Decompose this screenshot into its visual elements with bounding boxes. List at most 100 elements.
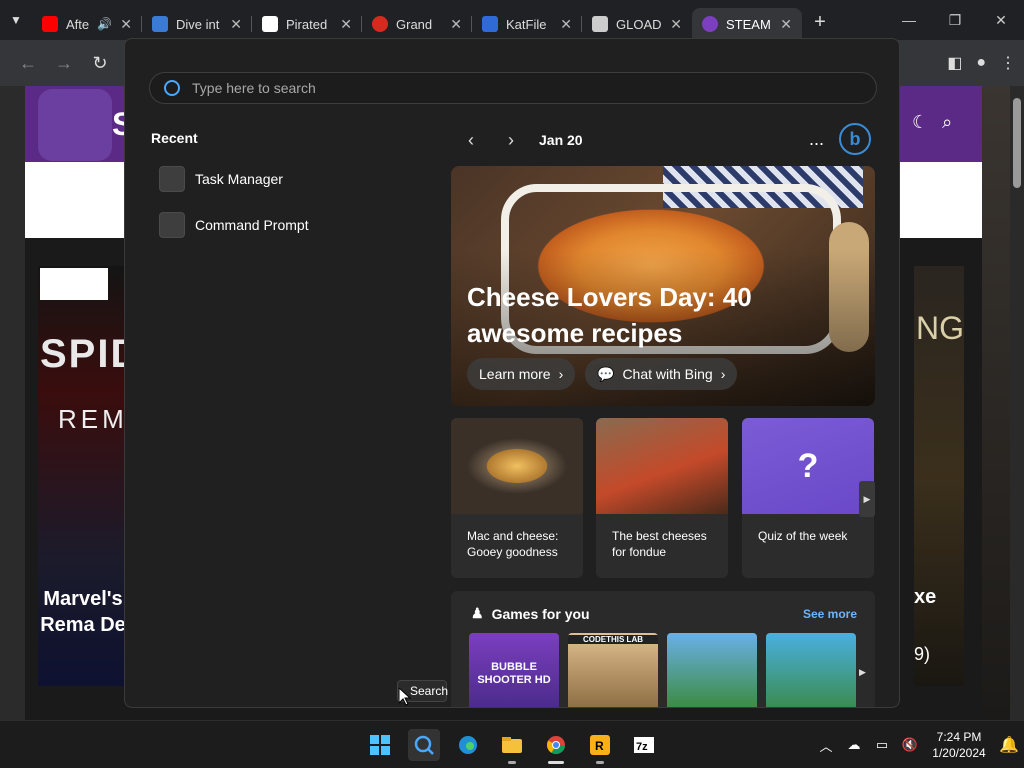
toolbar-actions: ◧ ● ⋮ bbox=[947, 40, 1016, 86]
hero-card[interactable]: Cheese Lovers Day: 40 awesome recipes Le… bbox=[451, 166, 875, 406]
minimize-icon[interactable]: — bbox=[886, 0, 932, 40]
side-panel-icon[interactable]: ◧ bbox=[947, 53, 962, 73]
windows-start-icon[interactable] bbox=[364, 729, 396, 761]
mouse-cursor-icon bbox=[398, 686, 412, 711]
game-poster-right[interactable]: NG xe 9) bbox=[914, 266, 964, 686]
clock-date: 1/20/2024 bbox=[932, 746, 986, 760]
chevron-right-icon[interactable]: › bbox=[491, 130, 531, 151]
game-tile[interactable] bbox=[667, 633, 757, 707]
close-tab-icon[interactable]: ✕ bbox=[450, 16, 462, 33]
file-explorer-icon[interactable] bbox=[496, 729, 528, 761]
close-tab-icon[interactable]: ✕ bbox=[340, 16, 352, 33]
onedrive-icon[interactable]: ☁ bbox=[840, 737, 868, 753]
tab-title: Afte bbox=[66, 16, 90, 32]
tab-title: GLOAD bbox=[616, 16, 662, 32]
page-right-background bbox=[982, 86, 1010, 720]
rockstar-launcher-icon[interactable]: R bbox=[584, 729, 616, 761]
reload-icon[interactable]: ↻ bbox=[82, 53, 118, 74]
tab-title: Grand bbox=[396, 16, 433, 32]
speaker-icon[interactable]: 🔊 bbox=[97, 17, 112, 31]
notification-bell-icon[interactable]: 🔔 bbox=[994, 735, 1024, 755]
katfile-icon bbox=[482, 16, 498, 32]
dvd-windows-badge bbox=[40, 268, 108, 300]
close-tab-icon[interactable]: ✕ bbox=[670, 16, 682, 33]
close-tab-icon[interactable]: ✕ bbox=[120, 16, 132, 33]
games-next-icon[interactable]: ▶ bbox=[859, 667, 866, 678]
chevron-left-icon[interactable]: ‹ bbox=[451, 130, 491, 151]
clock[interactable]: 7:24 PM 1/20/2024 bbox=[924, 729, 994, 761]
7zip-icon[interactable]: 7z bbox=[628, 729, 660, 761]
date-navigation: ‹ › Jan 20 ... b bbox=[451, 123, 875, 155]
running-indicator bbox=[548, 761, 564, 764]
see-more-link[interactable]: See more bbox=[803, 607, 857, 621]
recent-item-label: Command Prompt bbox=[195, 217, 309, 233]
back-icon[interactable]: ← bbox=[10, 53, 46, 74]
carousel-next-icon[interactable]: ▶ bbox=[859, 481, 875, 517]
search-input[interactable] bbox=[192, 80, 792, 96]
page-scrollbar[interactable] bbox=[1010, 86, 1024, 720]
chrome-menu-icon[interactable]: ⋮ bbox=[1000, 53, 1016, 73]
browser-tab[interactable]: Pirated ✕ bbox=[252, 8, 362, 40]
game-poster-spiderman[interactable]: SPID REMA Marvel's Rema De bbox=[38, 266, 145, 686]
taskbar-search-icon[interactable] bbox=[408, 729, 440, 761]
browser-tab[interactable]: GLOAD ✕ bbox=[582, 8, 692, 40]
browser-tab[interactable]: Grand ✕ bbox=[362, 8, 472, 40]
story-caption: Quiz of the week bbox=[758, 529, 848, 543]
chrome-icon[interactable] bbox=[540, 729, 572, 761]
more-options-icon[interactable]: ... bbox=[809, 129, 824, 150]
close-tab-icon[interactable]: ✕ bbox=[780, 16, 792, 33]
story-card[interactable]: Mac and cheese: Gooey goodness bbox=[451, 418, 583, 578]
edge-icon[interactable] bbox=[452, 729, 484, 761]
recent-item-command-prompt[interactable]: Command Prompt bbox=[159, 212, 309, 238]
volume-muted-icon[interactable]: 🔇 bbox=[896, 737, 924, 753]
poster-caption: xe bbox=[914, 586, 937, 608]
close-window-icon[interactable]: ✕ bbox=[978, 0, 1024, 40]
poster-subcaption: 9) bbox=[914, 644, 931, 664]
chat-with-bing-button[interactable]: 💬 Chat with Bing › bbox=[585, 358, 738, 390]
quiz-image: ? bbox=[742, 418, 874, 514]
fondue-image bbox=[596, 418, 728, 514]
bing-icon[interactable]: b bbox=[839, 123, 871, 155]
browser-tab[interactable]: Afte 🔊 ✕ bbox=[32, 8, 142, 40]
dark-mode-icon[interactable]: ☾ bbox=[912, 112, 928, 133]
browser-tab[interactable]: KatFile ✕ bbox=[472, 8, 582, 40]
maximize-icon[interactable]: ❐ bbox=[932, 0, 978, 40]
poster-caption: Marvel's Rema De bbox=[40, 588, 126, 636]
browser-tabbar: ▼ Afte 🔊 ✕ Dive int ✕ Pirated ✕ Grand ✕ … bbox=[0, 0, 1024, 40]
system-tray: ︿ ☁ ▭ 🔇 7:24 PM 1/20/2024 🔔 bbox=[812, 721, 1024, 768]
browser-tab-active[interactable]: STEAM ✕ bbox=[692, 8, 802, 40]
recent-item-task-manager[interactable]: Task Manager bbox=[159, 166, 283, 192]
game-tile[interactable]: CODETHIS LAB bbox=[568, 633, 658, 707]
scrollbar-thumb[interactable] bbox=[1013, 98, 1021, 188]
games-heading-label: Games for you bbox=[491, 605, 590, 622]
window-controls: — ❐ ✕ bbox=[886, 0, 1024, 40]
display-icon[interactable]: ▭ bbox=[868, 737, 896, 753]
game-tile[interactable]: BUBBLE SHOOTER HD bbox=[469, 633, 559, 707]
mario-icon bbox=[372, 16, 388, 32]
running-indicator bbox=[508, 761, 516, 764]
site-logo[interactable] bbox=[38, 89, 112, 161]
browser-tab[interactable]: Dive int ✕ bbox=[142, 8, 252, 40]
tab-search-menu-icon[interactable]: ▼ bbox=[0, 0, 32, 40]
story-card[interactable]: ? Quiz of the week bbox=[742, 418, 874, 578]
close-tab-icon[interactable]: ✕ bbox=[230, 16, 242, 33]
piratedgames-icon bbox=[262, 16, 278, 32]
game-title: BUBBLE SHOOTER HD bbox=[477, 661, 551, 686]
search-box[interactable] bbox=[149, 72, 877, 104]
story-card[interactable]: The best cheeses for fondue bbox=[596, 418, 728, 578]
search-flyout: Recent Task Manager Command Prompt ‹ › J… bbox=[124, 38, 900, 708]
profile-icon[interactable]: ● bbox=[976, 54, 986, 72]
new-tab-button[interactable]: + bbox=[802, 11, 838, 34]
chevron-up-icon[interactable]: ︿ bbox=[812, 736, 840, 755]
game-tile[interactable] bbox=[766, 633, 856, 707]
search-icon bbox=[164, 80, 180, 96]
learn-more-button[interactable]: Learn more › bbox=[467, 358, 576, 390]
svg-text:R: R bbox=[595, 739, 604, 753]
games-icon: ♟ bbox=[471, 605, 484, 621]
tab-title: Dive int bbox=[176, 16, 220, 32]
close-tab-icon[interactable]: ✕ bbox=[560, 16, 572, 33]
chevron-right-icon: › bbox=[720, 366, 726, 382]
forward-icon[interactable]: → bbox=[46, 53, 82, 74]
story-caption: Mac and cheese: Gooey goodness bbox=[467, 529, 559, 559]
site-search-icon[interactable]: ⌕ bbox=[942, 112, 952, 133]
